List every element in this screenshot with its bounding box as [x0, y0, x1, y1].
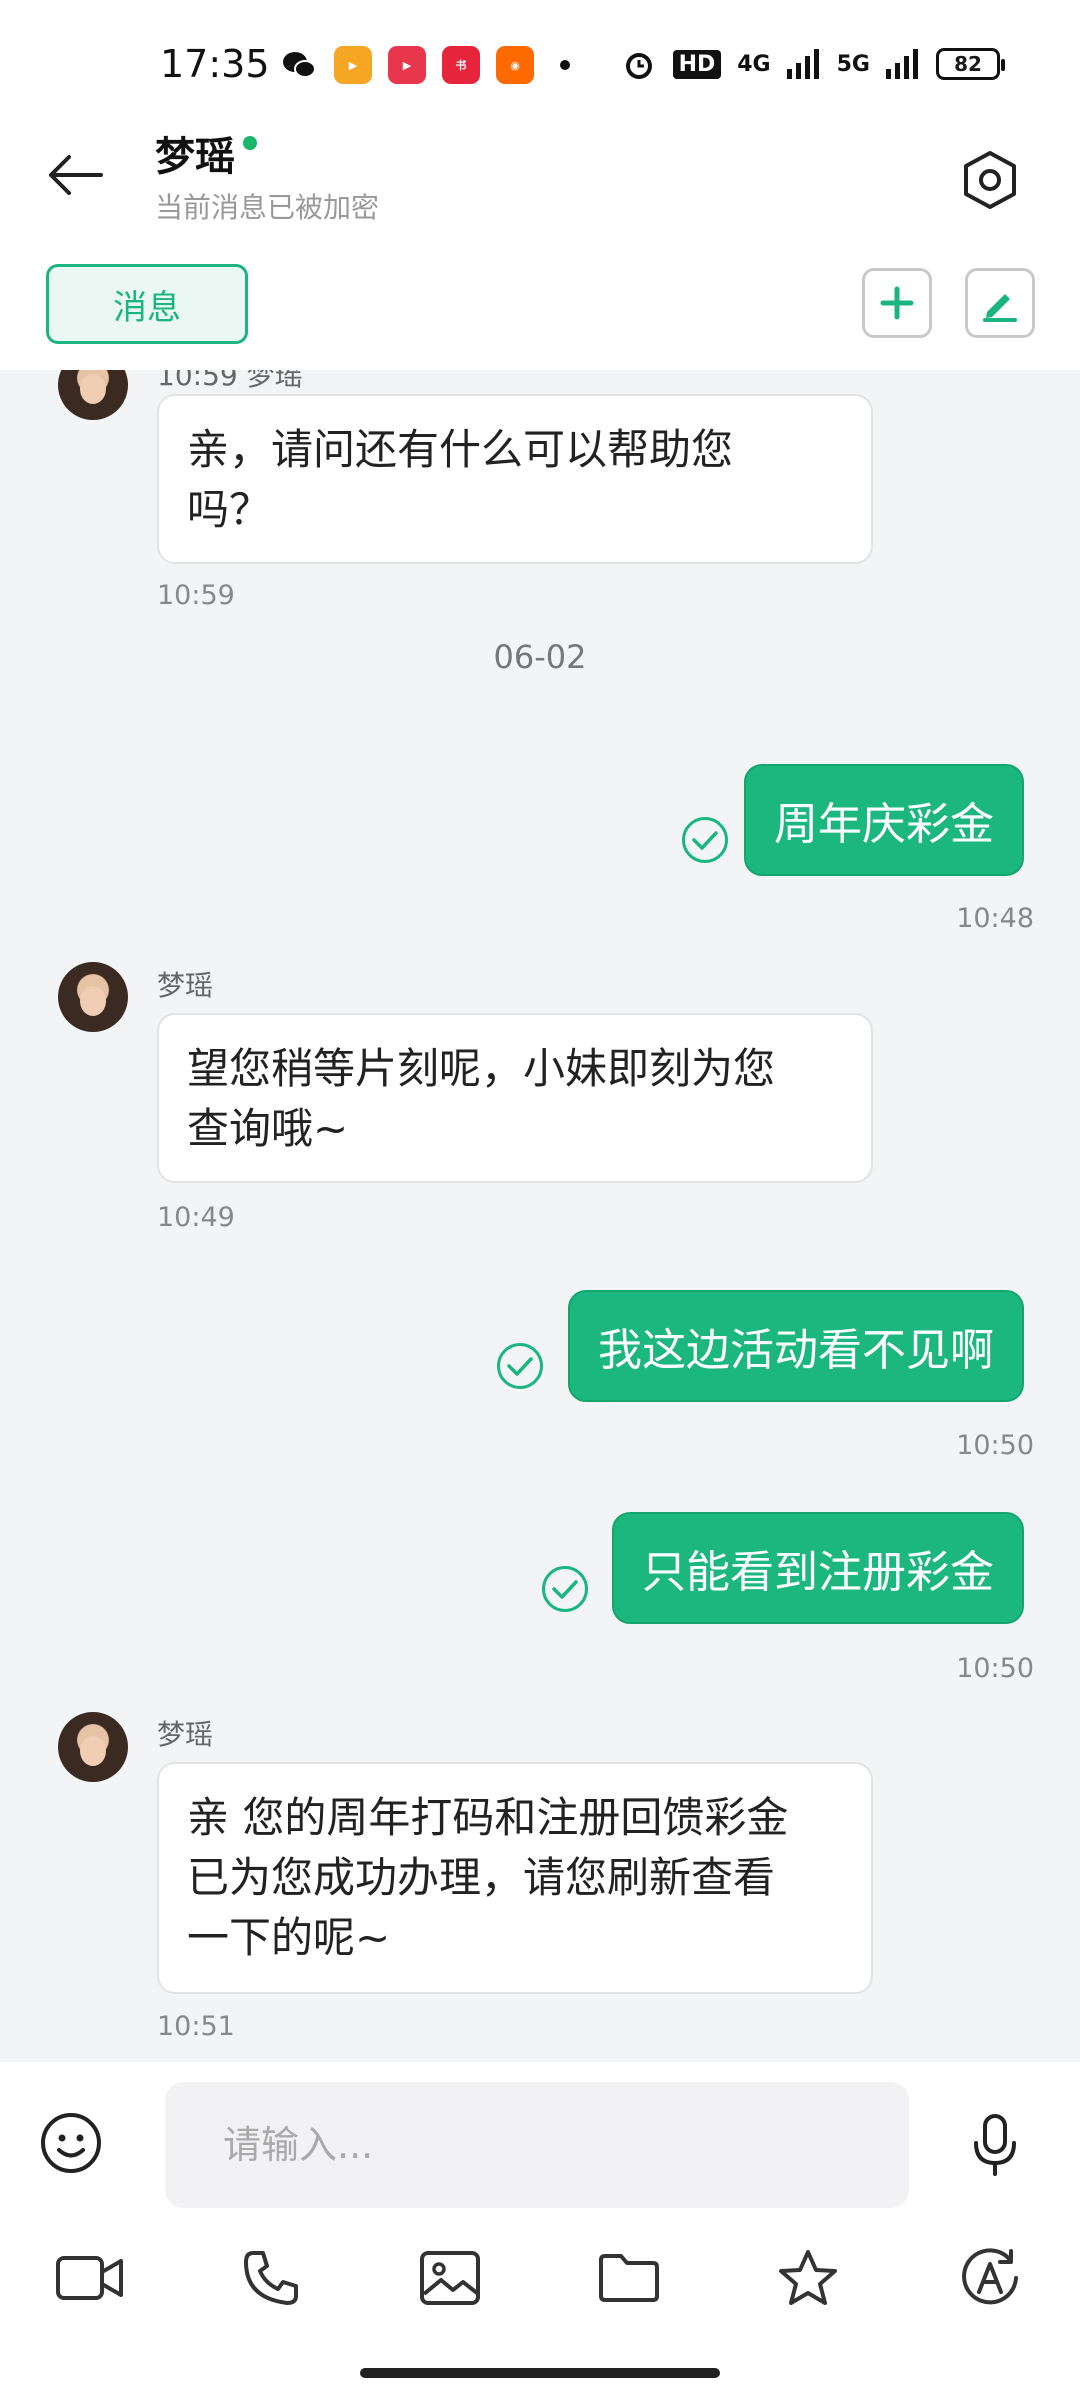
outgoing-message[interactable]: 周年庆彩金 [744, 764, 1024, 876]
auto-translate-icon [962, 2248, 1018, 2305]
chat-area[interactable]: 10:59 梦瑶 亲，请问还有什么可以帮助您 吗？ 10:59 06-02 周年… [0, 370, 1080, 2062]
battery-indicator: 82 [936, 48, 1005, 80]
settings-button[interactable] [950, 140, 1030, 220]
home-indicator[interactable] [360, 2368, 720, 2378]
message-time: 10:48 [956, 903, 1034, 934]
network-4g: 4G [737, 51, 771, 77]
message-line: 亲，请问还有什么可以帮助您 [187, 425, 734, 474]
sender-name: 梦瑶 [157, 969, 214, 1002]
wechat-icon [280, 46, 318, 84]
sender-name: 10:59 梦瑶 [157, 370, 303, 392]
date-separator: 06-02 [493, 638, 587, 676]
edit-button[interactable] [965, 268, 1035, 338]
settings-hexagon-icon [964, 151, 1016, 209]
tab-row: 消息 [0, 250, 1080, 370]
phone-icon [244, 2251, 298, 2305]
message-line: 吗？ [187, 485, 272, 534]
contact-name: 梦瑶 [155, 124, 257, 182]
hd-indicator: HD [672, 49, 722, 79]
status-time: 17:35 [160, 42, 270, 86]
video-app-icon: ▶ [334, 46, 372, 84]
message-time: 10:50 [956, 1653, 1034, 1684]
sent-check-icon [682, 817, 728, 863]
message-time: 10:50 [956, 1430, 1034, 1461]
voice-call-button[interactable] [233, 2240, 309, 2316]
outgoing-message[interactable]: 只能看到注册彩金 [612, 1512, 1024, 1624]
signal-icon-2 [886, 49, 918, 79]
tool-bar [0, 2212, 1080, 2342]
message-line: 望您稍等片刻呢，小妹即刻为您 [187, 1044, 776, 1093]
file-button[interactable] [591, 2240, 667, 2316]
incoming-message[interactable]: 亲 您的周年打码和注册回馈彩金 已为您成功办理，请您刷新查看 一下的呢~ [157, 1762, 873, 1994]
arrow-left-icon [49, 155, 103, 195]
xiaohongshu-icon: 书 [442, 46, 480, 84]
message-line: 查询哦~ [187, 1104, 349, 1153]
voice-button[interactable] [960, 2110, 1030, 2180]
sent-check-icon [542, 1566, 588, 1612]
outgoing-message[interactable]: 我这边活动看不见啊 [568, 1290, 1024, 1402]
message-input[interactable] [165, 2082, 909, 2208]
avatar[interactable] [58, 370, 128, 420]
input-bar [0, 2062, 1080, 2212]
battery-level: 82 [954, 52, 982, 76]
back-button[interactable] [40, 140, 110, 210]
status-indicators: HD 4G 5G 82 [621, 46, 1005, 82]
status-app-icons: ▶ ▶ 书 ◉ [280, 46, 570, 84]
sender-name: 梦瑶 [157, 1718, 214, 1751]
kuaishou-icon: ◉ [496, 46, 534, 84]
signal-icon [786, 49, 819, 79]
incoming-message[interactable]: 望您稍等片刻呢，小妹即刻为您 查询哦~ [157, 1013, 873, 1183]
plus-icon [880, 286, 914, 320]
emoji-button[interactable] [38, 2110, 104, 2176]
notification-dot [560, 60, 570, 70]
online-status-dot [243, 136, 257, 150]
auto-translate-button[interactable] [952, 2240, 1028, 2316]
message-line: 已为您成功办理，请您刷新查看 [187, 1853, 776, 1902]
image-button[interactable] [412, 2240, 488, 2316]
message-time: 10:49 [157, 1202, 235, 1233]
incoming-message[interactable]: 亲，请问还有什么可以帮助您 吗？ [157, 394, 873, 564]
tab-messages[interactable]: 消息 [46, 264, 248, 344]
alarm-icon [625, 53, 652, 79]
avatar[interactable] [58, 1712, 128, 1782]
encryption-notice: 当前消息已被加密 [155, 191, 380, 224]
chat-header: 梦瑶 当前消息已被加密 [0, 120, 1080, 250]
message-line: 亲 您的周年打码和注册回馈彩金 [187, 1793, 789, 1842]
star-icon [779, 2250, 837, 2305]
image-icon [420, 2251, 480, 2305]
favorite-button[interactable] [770, 2240, 846, 2316]
network-5g: 5G [836, 51, 870, 77]
message-time: 10:51 [157, 2011, 235, 2042]
video-call-button[interactable] [52, 2240, 128, 2316]
status-bar: 17:35 ▶ ▶ 书 ◉ HD 4G 5G 82 [0, 0, 1080, 120]
avatar[interactable] [58, 962, 128, 1032]
contact-name-text: 梦瑶 [155, 134, 235, 180]
play-app-icon: ▶ [388, 46, 426, 84]
microphone-icon [974, 2114, 1016, 2176]
sent-check-icon [497, 1343, 543, 1389]
message-line: 一下的呢~ [187, 1913, 391, 1962]
pencil-icon [983, 294, 1017, 322]
emoji-icon [41, 2113, 101, 2173]
video-call-icon [56, 2256, 123, 2300]
message-time: 10:59 [157, 580, 235, 611]
add-button[interactable] [862, 268, 932, 338]
folder-icon [599, 2254, 659, 2302]
